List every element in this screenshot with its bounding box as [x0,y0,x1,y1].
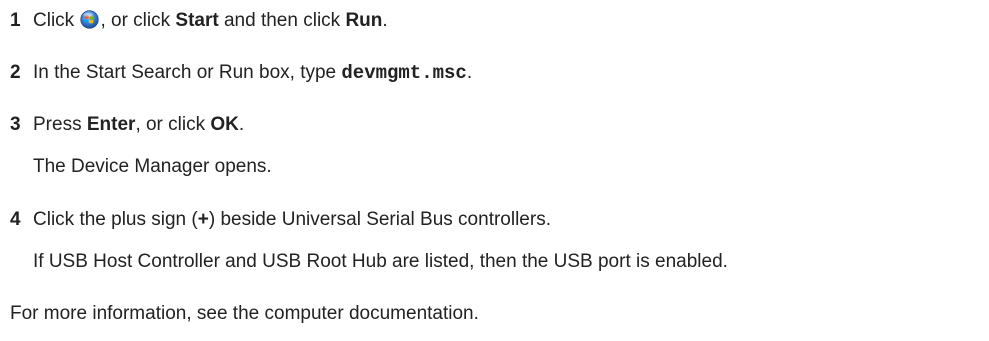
step-3: 3 Press Enter, or click OK. [10,114,244,136]
enter-keyword: Enter [86,114,136,135]
step-text-part: , or click [135,114,211,135]
step-text: In the Start Search or Run box, type dev… [33,62,472,84]
step-1: 1 Click , or click Start and then click … [10,10,388,32]
step-text: Click , or click Start and then click Ru… [33,10,388,32]
step-text-part: , or click [100,10,176,31]
command-code: devmgmt.msc [341,62,467,84]
step-text-part: . [382,10,388,31]
step-number: 4 [10,209,21,230]
step-4: 4 Click the plus sign (+) beside Univers… [10,209,551,231]
step-2: 2 In the Start Search or Run box, type d… [10,62,472,84]
step-text-part: . [238,114,245,135]
plus-sign: + [197,209,209,230]
start-keyword: Start [175,10,219,31]
windows-start-orb-icon [80,10,100,29]
instructions-document: 1 Click , or click Start and then click … [0,0,989,341]
step-text-part: Click the plus sign ( [33,209,198,230]
step-number: 1 [10,10,21,31]
step-text-part: Click [33,10,80,31]
step-text-part: Press [33,114,87,135]
step-text-part: and then click [218,10,346,31]
step-text: Click the plus sign (+) beside Universal… [33,209,551,231]
run-keyword: Run [345,10,383,31]
step-text-part: In the Start Search or Run box, type [33,62,342,83]
step-3-result: The Device Manager opens. [33,156,272,177]
step-number: 2 [10,62,21,83]
step-text: Press Enter, or click OK. [33,114,244,136]
footer-note: For more information, see the computer d… [10,303,479,324]
step-text-part: . [466,62,473,83]
step-number: 3 [10,114,21,135]
ok-keyword: OK [210,114,239,135]
step-text-part: ) beside Universal Serial Bus controller… [208,209,551,230]
step-4-result: If USB Host Controller and USB Root Hub … [33,251,728,272]
